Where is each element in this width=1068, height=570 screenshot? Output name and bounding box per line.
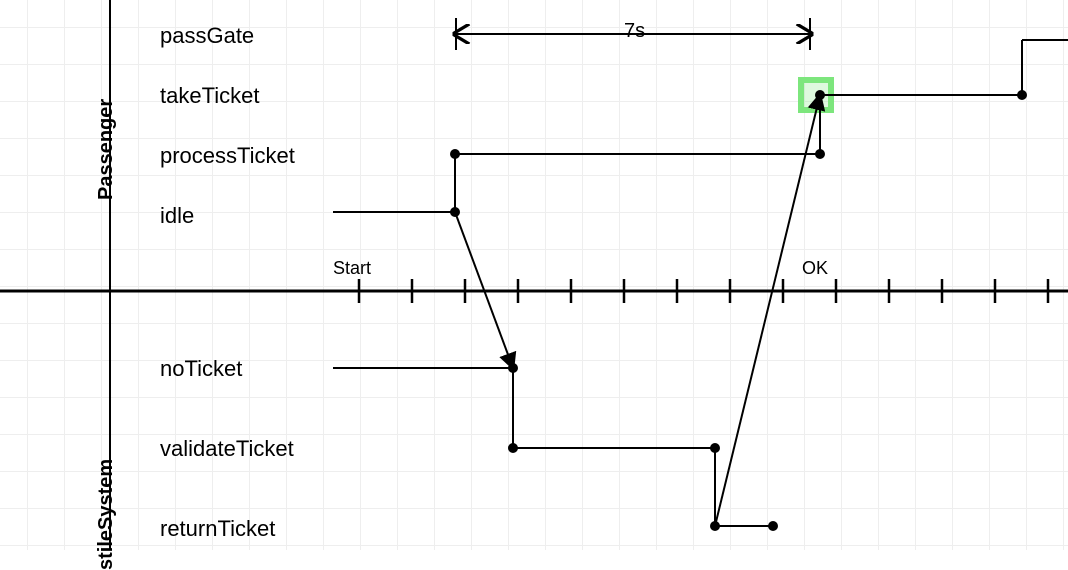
duration-dimension (456, 18, 810, 50)
msg-ok-arrow (715, 95, 820, 526)
diagram-svg (0, 0, 1068, 550)
stilesystem-trace (333, 363, 778, 531)
passenger-trace (333, 40, 1068, 217)
